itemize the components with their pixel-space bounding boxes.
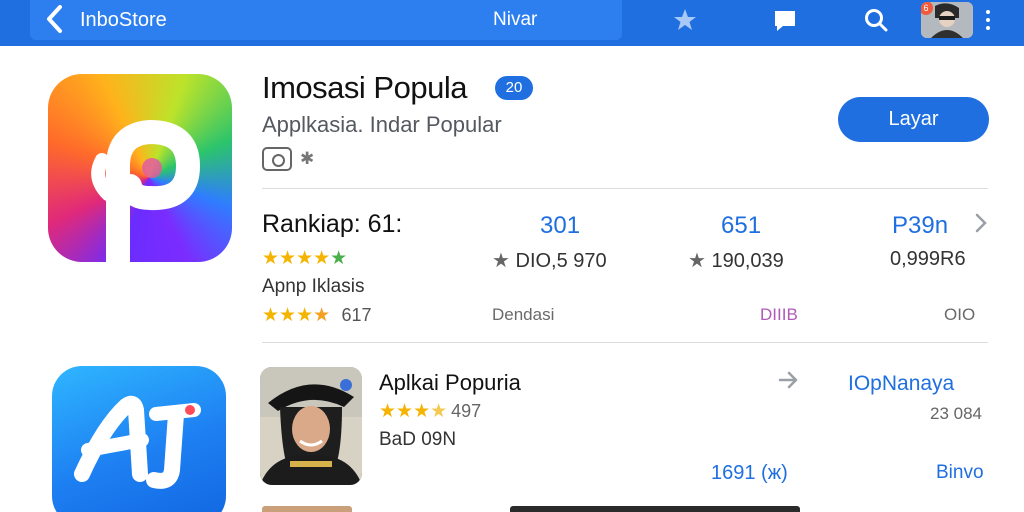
camera-icon bbox=[262, 147, 292, 171]
row-rating: 617 bbox=[341, 305, 372, 325]
store-title[interactable]: InboStore bbox=[80, 9, 167, 32]
search-icon[interactable] bbox=[863, 7, 889, 33]
divider bbox=[262, 188, 988, 189]
featured-count: 23 084 bbox=[930, 404, 982, 423]
app-icon bbox=[48, 74, 232, 262]
stat-value-2: 651 bbox=[721, 212, 762, 239]
next-item-peek bbox=[262, 506, 352, 512]
user-avatar[interactable]: 6 bbox=[921, 2, 973, 38]
chat-bubble-icon[interactable] bbox=[772, 7, 798, 33]
stat-sub-3: 0,999R6 bbox=[890, 248, 966, 270]
featured-meta: BaD 09N bbox=[379, 429, 457, 450]
app-tags: ✱ bbox=[262, 146, 318, 172]
app-name: Imosasi Popula bbox=[262, 70, 467, 105]
featured-rating: 497 bbox=[451, 401, 482, 421]
app-version-badge: 20 bbox=[495, 76, 533, 100]
back-arrow-icon[interactable] bbox=[44, 4, 72, 34]
stat-foot-1: Dendasi bbox=[492, 305, 555, 324]
stat-value-1: 301 bbox=[540, 212, 581, 239]
stat-foot-2: DIIIB bbox=[760, 305, 798, 324]
stat-value-3: P39n bbox=[892, 212, 949, 239]
row-label: Apnp Iklasis bbox=[262, 276, 365, 297]
top-bar: InboStore Nivar 6 bbox=[0, 0, 1024, 46]
featured-stars: ★★★★ 497 bbox=[379, 401, 482, 422]
divider bbox=[262, 342, 988, 343]
stat-foot-3: OIO bbox=[944, 305, 976, 324]
share-arrow-icon[interactable] bbox=[776, 370, 800, 390]
stat-sub-2: ★ 190,039 bbox=[688, 250, 784, 272]
featured-size: 1691 (ж) bbox=[711, 462, 788, 484]
ai-app-icon[interactable] bbox=[52, 366, 226, 512]
featured-link[interactable]: IOpNanaya bbox=[848, 372, 954, 396]
next-item-peek bbox=[510, 506, 800, 512]
stat-sub-1: ★ DIO,5 970 bbox=[492, 250, 607, 272]
featured-title[interactable]: Aplkai Popuria bbox=[379, 370, 521, 396]
app-subtitle: Applkasia. Indar Popular bbox=[262, 112, 502, 137]
rank-stars: ★★★★★ bbox=[262, 248, 348, 269]
featured-photo[interactable] bbox=[260, 367, 362, 485]
rank-title: Rankiap: 61: bbox=[262, 210, 403, 238]
chevron-right-icon[interactable] bbox=[974, 212, 988, 234]
more-vert-icon[interactable] bbox=[984, 10, 992, 32]
get-button[interactable]: Layar bbox=[838, 97, 989, 142]
featured-action[interactable]: Binvo bbox=[936, 462, 984, 484]
row-stars: ★★★★ 617 bbox=[262, 305, 372, 326]
star-icon[interactable] bbox=[672, 7, 698, 33]
puzzle-icon: ✱ bbox=[300, 149, 315, 168]
nav-title[interactable]: Nivar bbox=[493, 9, 537, 31]
